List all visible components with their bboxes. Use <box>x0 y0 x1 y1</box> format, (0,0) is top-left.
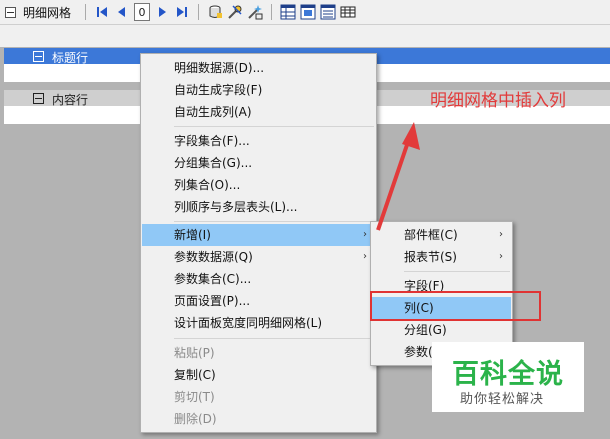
submenu-item-label: 报表节(S) <box>404 250 457 264</box>
menu-item-label: 参数集合(C)... <box>174 272 252 286</box>
submenu-arrow-icon: › <box>499 251 503 262</box>
toolbar: 明细网格 0 <box>0 0 610 25</box>
menu-item-group-collection[interactable]: 分组集合(G)... <box>142 152 375 174</box>
menu-item-cut: 剪切(T) <box>142 386 375 408</box>
prev-page-icon[interactable] <box>114 4 130 20</box>
menu-item-label: 自动生成字段(F) <box>174 83 263 97</box>
menu-item-label: 字段集合(F)... <box>174 134 250 148</box>
toolbar-separator <box>85 4 87 20</box>
page-number-input[interactable]: 0 <box>134 3 151 21</box>
menu-item-detail-datasource[interactable]: 明细数据源(D)... <box>142 57 375 79</box>
grid-group-icon[interactable] <box>320 4 336 20</box>
menu-item-label: 列顺序与多层表头(L)... <box>174 200 298 214</box>
grid-table-icon[interactable] <box>340 4 356 20</box>
menu-separator <box>174 338 374 339</box>
toolbar-spacer <box>0 25 610 47</box>
menu-item-param-collection[interactable]: 参数集合(C)... <box>142 268 375 290</box>
submenu-arrow-icon: › <box>499 229 503 240</box>
menu-item-paste: 粘贴(P) <box>142 342 375 364</box>
next-page-icon[interactable] <box>154 4 170 20</box>
grid-prop-icon[interactable] <box>280 4 296 20</box>
toolbar-separator <box>271 4 273 20</box>
menu-item-label: 页面设置(P)... <box>174 294 251 308</box>
annotation-arrow-icon <box>376 122 420 231</box>
menu-separator <box>404 271 510 272</box>
title-band-collapse-icon[interactable] <box>33 51 44 62</box>
menu-item-label: 自动生成列(A) <box>174 105 252 119</box>
menu-item-column-collection[interactable]: 列集合(O)... <box>142 174 375 196</box>
first-page-icon[interactable] <box>94 4 110 20</box>
menu-item-param-datasource[interactable]: 参数数据源(Q) › <box>142 246 375 268</box>
watermark: 百科全说 助你轻松解决 <box>432 342 584 412</box>
submenu-item-label: 分组(G) <box>404 323 447 337</box>
menu-item-label: 新增(I) <box>174 228 211 242</box>
menu-item-auto-fields[interactable]: 自动生成字段(F) <box>142 79 375 101</box>
context-menu: 明细数据源(D)... 自动生成字段(F) 自动生成列(A) 字段集合(F)..… <box>140 53 377 433</box>
last-page-icon[interactable] <box>174 4 190 20</box>
menu-item-auto-columns[interactable]: 自动生成列(A) <box>142 101 375 123</box>
menu-item-label: 明细数据源(D)... <box>174 61 265 75</box>
toolbar-separator <box>198 4 200 20</box>
toolbar-title: 明细网格 <box>23 5 72 20</box>
menu-item-panel-width[interactable]: 设计面板宽度同明细网格(L) <box>142 312 375 334</box>
menu-item-label: 设计面板宽度同明细网格(L) <box>174 316 323 330</box>
menu-item-label: 参数数据源(Q) <box>174 250 253 264</box>
menu-item-copy[interactable]: 复制(C) <box>142 364 375 386</box>
menu-item-insert[interactable]: 新增(I) › <box>142 224 375 246</box>
menu-item-label: 删除(D) <box>174 412 217 426</box>
highlight-box <box>370 291 541 321</box>
submenu-item-group[interactable]: 分组(G) <box>372 319 511 341</box>
menu-item-column-order-header[interactable]: 列顺序与多层表头(L)... <box>142 196 375 218</box>
watermark-subtitle: 助你轻松解决 <box>460 392 545 407</box>
menu-item-page-setup[interactable]: 页面设置(P)... <box>142 290 375 312</box>
submenu-arrow-icon: › <box>363 251 367 262</box>
wand-icon[interactable] <box>247 4 263 20</box>
annotation-text: 明细网格中插入列 <box>430 91 566 111</box>
menu-item-label: 复制(C) <box>174 368 216 382</box>
menu-item-label: 列集合(O)... <box>174 178 241 192</box>
menu-item-label: 剪切(T) <box>174 390 215 404</box>
menu-separator <box>174 221 374 222</box>
menu-item-field-collection[interactable]: 字段集合(F)... <box>142 130 375 152</box>
db-icon[interactable] <box>207 4 223 20</box>
content-band-collapse-icon[interactable] <box>33 93 44 104</box>
menu-separator <box>174 126 374 127</box>
tools-icon[interactable] <box>227 4 243 20</box>
watermark-title: 百科全说 <box>452 359 564 390</box>
menu-item-label: 粘贴(P) <box>174 346 215 360</box>
grid-layout-icon[interactable] <box>300 4 316 20</box>
collapse-toggle-icon[interactable] <box>5 6 16 18</box>
menu-item-label: 分组集合(G)... <box>174 156 253 170</box>
submenu-item-report-section[interactable]: 报表节(S) › <box>372 246 511 268</box>
submenu-item-label: 参数( <box>404 345 433 359</box>
menu-item-delete: 删除(D) <box>142 408 375 430</box>
